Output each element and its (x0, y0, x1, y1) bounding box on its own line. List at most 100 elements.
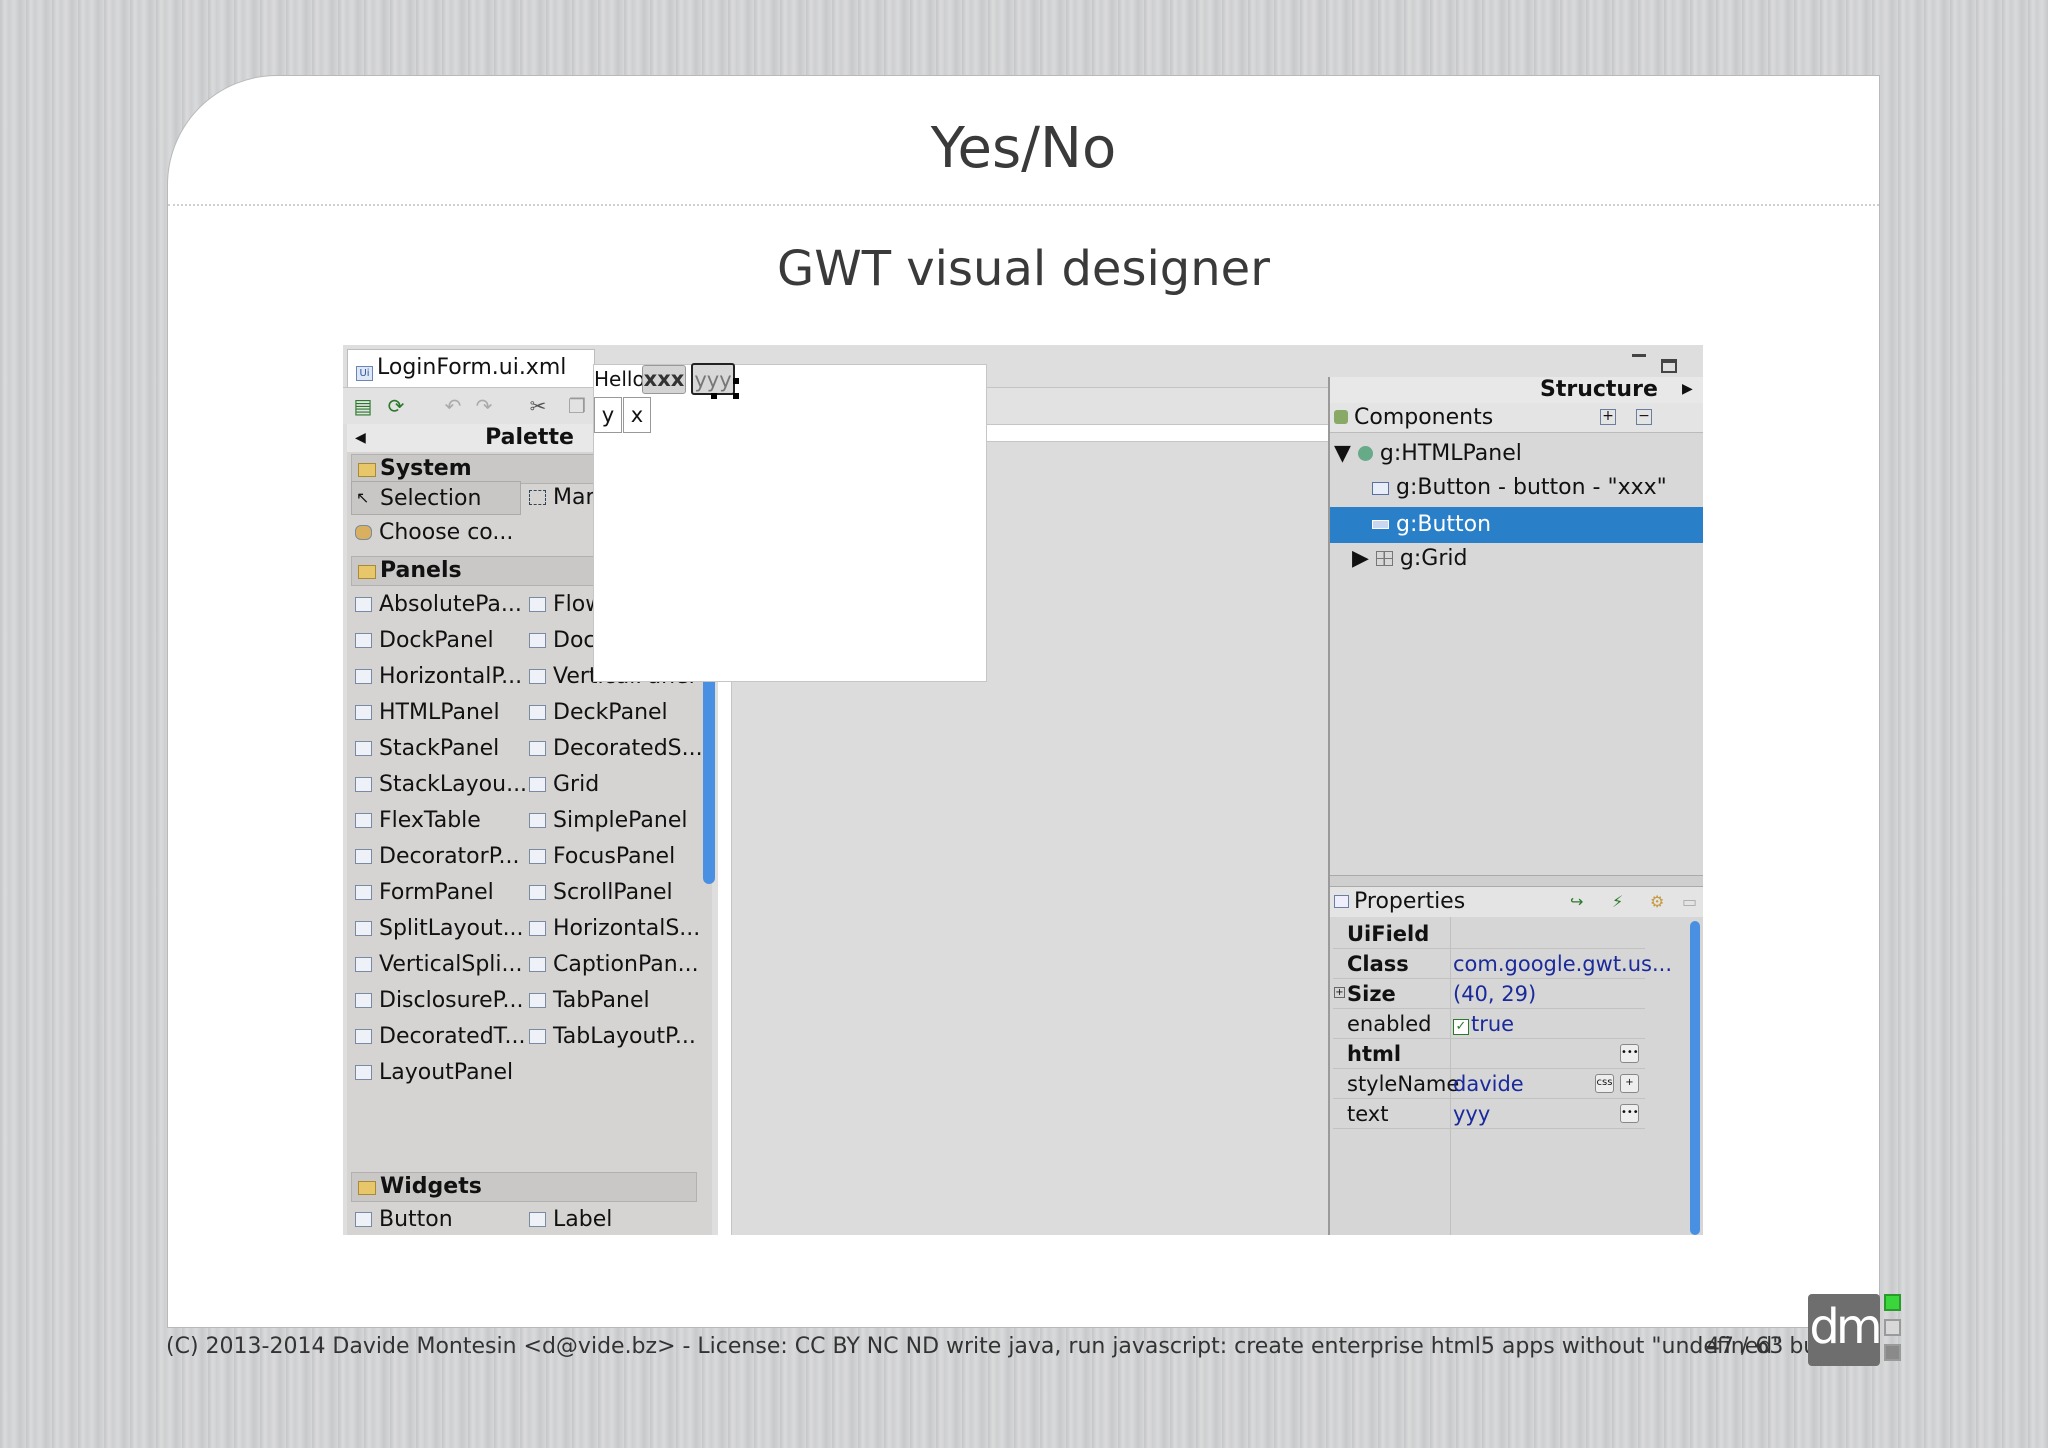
category-widgets[interactable]: Widgets (351, 1172, 697, 1202)
button-icon (1372, 520, 1389, 529)
palette-item[interactable]: HorizontalS... (525, 912, 700, 946)
property-value[interactable]: (40, 29) (1453, 979, 1536, 1009)
property-value[interactable]: yyy (1453, 1099, 1490, 1129)
checkbox-checked-icon[interactable]: ✓ (1453, 1019, 1469, 1035)
resize-handle[interactable] (733, 393, 739, 399)
tree-item-button-xxx[interactable]: g:Button - button - "xxx" (1372, 474, 1667, 502)
resize-handle[interactable] (733, 378, 739, 384)
palette-item[interactable]: Grid (525, 768, 599, 802)
widget-icon (529, 669, 546, 684)
copy-icon[interactable]: ❐ (566, 395, 588, 417)
collapse-right-icon[interactable]: ▶ (1682, 381, 1693, 397)
editor-tab[interactable]: UiLoginForm.ui.xml ⊠ (347, 349, 595, 415)
logo-square-green (1884, 1294, 1901, 1311)
palette-item[interactable]: DecoratedS... (525, 732, 703, 766)
source-view-icon[interactable]: ▤ (352, 395, 374, 417)
palette-item[interactable]: SimplePanel (525, 804, 687, 838)
widget-icon (529, 993, 546, 1008)
property-row[interactable]: styleName davide + css (1333, 1069, 1645, 1099)
grid-icon (1375, 551, 1393, 566)
edit-ellipsis-button[interactable]: ••• (1620, 1104, 1639, 1123)
palette-item[interactable]: DecoratedT... (351, 1020, 526, 1054)
palette-item[interactable]: FormPanel (351, 876, 494, 910)
property-key: Size (1347, 982, 1396, 1006)
palette-item-selection[interactable]: ↖ Selection (351, 481, 521, 515)
advanced-icon[interactable]: ⚙ (1650, 887, 1664, 917)
palette-item[interactable]: DisclosureP... (351, 984, 524, 1018)
widget-icon (529, 813, 546, 828)
collapse-left-icon[interactable]: ◀ (355, 424, 366, 452)
slide-title: Yes/No (930, 116, 1117, 181)
property-row[interactable]: html ••• (1333, 1039, 1645, 1069)
cut-icon[interactable]: ✂ (527, 395, 549, 417)
expand-property-icon[interactable]: + (1334, 987, 1345, 998)
collapse-all-icon[interactable]: − (1636, 409, 1652, 425)
maximize-icon[interactable] (1661, 359, 1677, 373)
undo-icon[interactable]: ↶ (442, 395, 464, 417)
grid-cell-x[interactable]: x (623, 397, 651, 433)
property-row[interactable]: Size (40, 29) + (1333, 979, 1645, 1009)
property-key: Class (1347, 952, 1409, 976)
widget-icon (355, 1212, 372, 1227)
edit-ellipsis-button[interactable]: ••• (1620, 1044, 1639, 1063)
palette-item[interactable]: StackLayou... (351, 768, 527, 802)
tree-item-button-selected[interactable]: g:Button (1330, 507, 1703, 543)
redo-icon[interactable]: ↷ (473, 395, 495, 417)
palette-item[interactable]: VerticalSpli... (351, 948, 522, 982)
widget-icon (529, 849, 546, 864)
palette-item[interactable]: CaptionPan... (525, 948, 699, 982)
property-row[interactable]: text yyy ••• (1333, 1099, 1645, 1129)
property-row[interactable]: Class com.google.gwt.us... (1333, 949, 1672, 979)
grid-cell-y[interactable]: y (594, 397, 622, 433)
events-icon[interactable]: ⚡ (1612, 887, 1623, 917)
palette-item[interactable]: TabLayoutP... (525, 1020, 696, 1054)
goto-definition-icon[interactable]: ↪ (1570, 887, 1583, 917)
property-value[interactable]: davide (1453, 1069, 1524, 1099)
palette-item[interactable]: FocusPanel (525, 840, 675, 874)
footer-text: (C) 2013-2014 Davide Montesin <d@vide.bz… (166, 1334, 1843, 1359)
form-preview[interactable]: Hello, xxx yyy y x (593, 363, 987, 682)
expand-all-icon[interactable]: + (1600, 409, 1616, 425)
widget-icon (355, 993, 372, 1008)
palette-item[interactable]: TabPanel (525, 984, 650, 1018)
property-row[interactable]: enabled ✓ true (1333, 1009, 1645, 1039)
palette-item[interactable]: ScrollPanel (525, 876, 673, 910)
property-key: text (1347, 1102, 1389, 1126)
tree-item-grid[interactable]: ▶ g:Grid (1352, 545, 1467, 573)
css-button[interactable]: css (1595, 1074, 1614, 1093)
palette-item[interactable]: LayoutPanel (351, 1056, 513, 1090)
refresh-icon[interactable]: ⟳ (385, 395, 407, 417)
structure-panel: Structure ▶ Components + − ▼ g:HTMLPanel… (1328, 377, 1703, 1235)
slide-subtitle: GWT visual designer (777, 241, 1270, 297)
edit-ellipsis-button[interactable]: + (1620, 1074, 1639, 1093)
resize-handle[interactable] (711, 393, 717, 399)
palette-item[interactable]: DeckPanel (525, 696, 668, 730)
button-xxx[interactable]: xxx (642, 365, 686, 394)
properties-scrollbar[interactable] (1690, 921, 1700, 1235)
palette-item[interactable]: Button (351, 1203, 453, 1235)
palette-item[interactable]: AbsolutePa... (351, 588, 522, 622)
widget-icon (529, 633, 546, 648)
menu-icon[interactable]: ▭ (1682, 887, 1697, 917)
structure-title: Structure (1540, 377, 1658, 402)
palette-item[interactable]: StackPanel (351, 732, 499, 766)
palette-item[interactable]: HorizontalP... (351, 660, 522, 694)
widget-icon (355, 705, 372, 720)
palette-item[interactable]: HTMLPanel (351, 696, 500, 730)
palette-item-choose-component[interactable]: Choose co... (351, 516, 513, 550)
tree-item-htmlpanel[interactable]: ▼ g:HTMLPanel (1334, 440, 1522, 468)
palette-item[interactable]: DecoratorP... (351, 840, 520, 874)
palette-item[interactable]: DockPanel (351, 624, 494, 658)
minimize-icon[interactable] (1632, 353, 1646, 357)
property-value[interactable]: com.google.gwt.us... (1453, 949, 1672, 979)
palette-item[interactable]: Label (525, 1203, 612, 1235)
panel-splitter[interactable] (1330, 875, 1703, 887)
pointer-icon: ↖ (356, 488, 370, 507)
palette-item[interactable]: SplitLayout... (351, 912, 524, 946)
property-row[interactable]: UiField (1333, 919, 1645, 949)
marquee-icon (529, 490, 546, 505)
ui-file-icon: Ui (356, 366, 373, 381)
button-yyy-selected[interactable]: yyy (691, 363, 735, 395)
palette-item[interactable]: FlexTable (351, 804, 481, 838)
property-value[interactable]: ✓ true (1453, 1009, 1514, 1039)
